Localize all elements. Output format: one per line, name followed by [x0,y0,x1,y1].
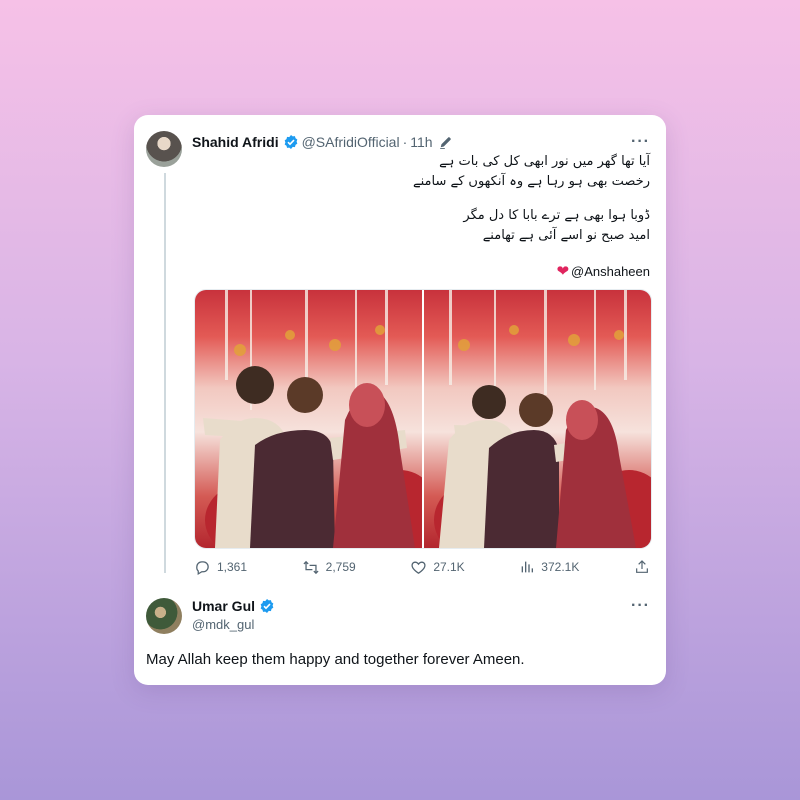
mention-row: ❤ @Anshaheen [556,262,650,280]
heart-icon [410,559,427,576]
tweet-line-1: آیا تھا گھر میں نور ابھی کل کی بات ہے [439,154,650,169]
retweet-action[interactable]: 2,759 [302,559,356,576]
tweet-card: Shahid Afridi @SAfridiOfficial · 11h ···… [134,115,666,685]
heart-emoji: ❤ [556,263,570,280]
tweet-line-4: امید صبح نو اسے آئی ہے تھامنے [482,228,650,243]
author-handle[interactable]: @SAfridiOfficial [302,134,400,150]
avatar[interactable] [146,598,182,634]
tweet-line-3: ڈوبا ہوا بھی ہے ترے بابا کا دل مگر [463,208,650,223]
separator: · [402,134,408,150]
retweet-icon [302,559,320,576]
media-grid [194,289,652,549]
view-count: 372.1K [541,560,580,574]
verified-badge-icon [283,134,299,150]
tweet-actions: 1,361 2,759 27.1K 372.1K [194,555,650,579]
avatar[interactable] [146,131,182,167]
more-dots-icon[interactable]: ··· [631,133,650,151]
tweet-header: Shahid Afridi @SAfridiOfficial · 11h [192,134,453,150]
reply-header: Umar Gul [192,598,278,614]
thread-line [164,173,166,573]
share-action[interactable] [634,559,650,575]
retweet-count: 2,759 [325,560,356,574]
reply-text: May Allah keep them happy and together f… [146,651,525,668]
author-name[interactable]: Shahid Afridi [192,134,279,150]
tweet-line-2: رخصت بھی ہو رہا ہے وہ آنکھوں کے سامنے [412,174,650,189]
wedding-photo-2[interactable] [424,290,651,548]
reply-author-name[interactable]: Umar Gul [192,598,255,614]
reply-action[interactable]: 1,361 [194,559,247,576]
views-icon [519,559,535,575]
reply-handle[interactable]: @mdk_gul [192,617,254,632]
edit-pen-icon [439,135,453,149]
like-count: 27.1K [433,560,465,574]
timestamp[interactable]: 11h [410,134,432,150]
more-dots-icon[interactable]: ··· [631,597,650,615]
like-action[interactable]: 27.1K [410,559,465,576]
share-icon [634,559,650,575]
views-action[interactable]: 372.1K [519,559,579,575]
wedding-photo-1[interactable] [195,290,422,548]
verified-badge-icon [259,598,275,614]
reply-icon [194,559,211,576]
mention-link[interactable]: @Anshaheen [571,264,650,279]
reply-count: 1,361 [217,560,248,574]
